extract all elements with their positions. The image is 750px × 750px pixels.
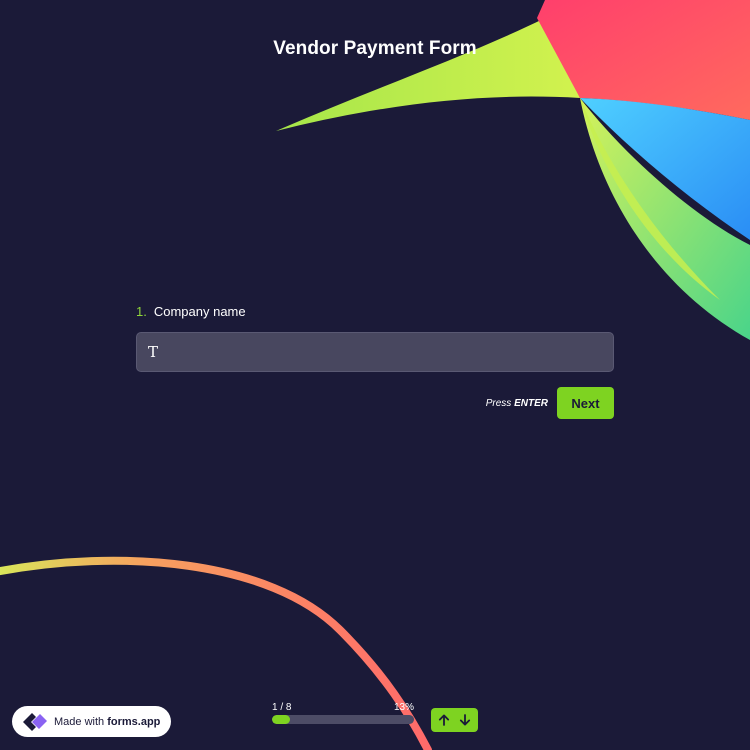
progress-step: 1 / 8 [272, 702, 292, 713]
progress-labels: 1 / 8 13% [272, 702, 414, 713]
question-number: 1. [136, 304, 147, 319]
press-hint-prefix: Press [485, 397, 512, 409]
arrow-down-icon [459, 714, 471, 726]
question-actions: Press ENTER Next [136, 387, 614, 419]
company-name-field[interactable]: T [136, 332, 614, 373]
form-title: Vendor Payment Form [273, 38, 477, 59]
question-text: Company name [153, 304, 246, 319]
text-cursor-icon: T [148, 343, 159, 361]
question-navigation [431, 708, 478, 732]
badge-text: Made with forms.app [54, 716, 160, 728]
badge-prefix: Made with [54, 715, 105, 728]
form-page: Vendor Payment Form 1. Company name T Pr… [0, 0, 750, 750]
progress-track [272, 715, 414, 724]
question-label: 1. Company name [136, 304, 614, 319]
arrow-up-icon [438, 714, 450, 726]
next-question-button[interactable] [457, 712, 473, 728]
question-block: 1. Company name T Press ENTER Next [136, 304, 614, 419]
company-name-input[interactable] [167, 333, 607, 373]
made-with-badge[interactable]: Made with forms.app [12, 706, 171, 737]
progress-indicator: 1 / 8 13% [272, 702, 414, 724]
badge-brand: forms.app [107, 715, 161, 728]
forms-app-logo-icon [23, 712, 47, 731]
progress-percent: 13% [393, 702, 414, 713]
previous-question-button[interactable] [436, 712, 452, 728]
next-button[interactable]: Next [557, 387, 614, 419]
progress-fill [272, 715, 291, 724]
press-hint-key: ENTER [514, 397, 548, 409]
press-enter-hint: Press ENTER [486, 398, 548, 409]
